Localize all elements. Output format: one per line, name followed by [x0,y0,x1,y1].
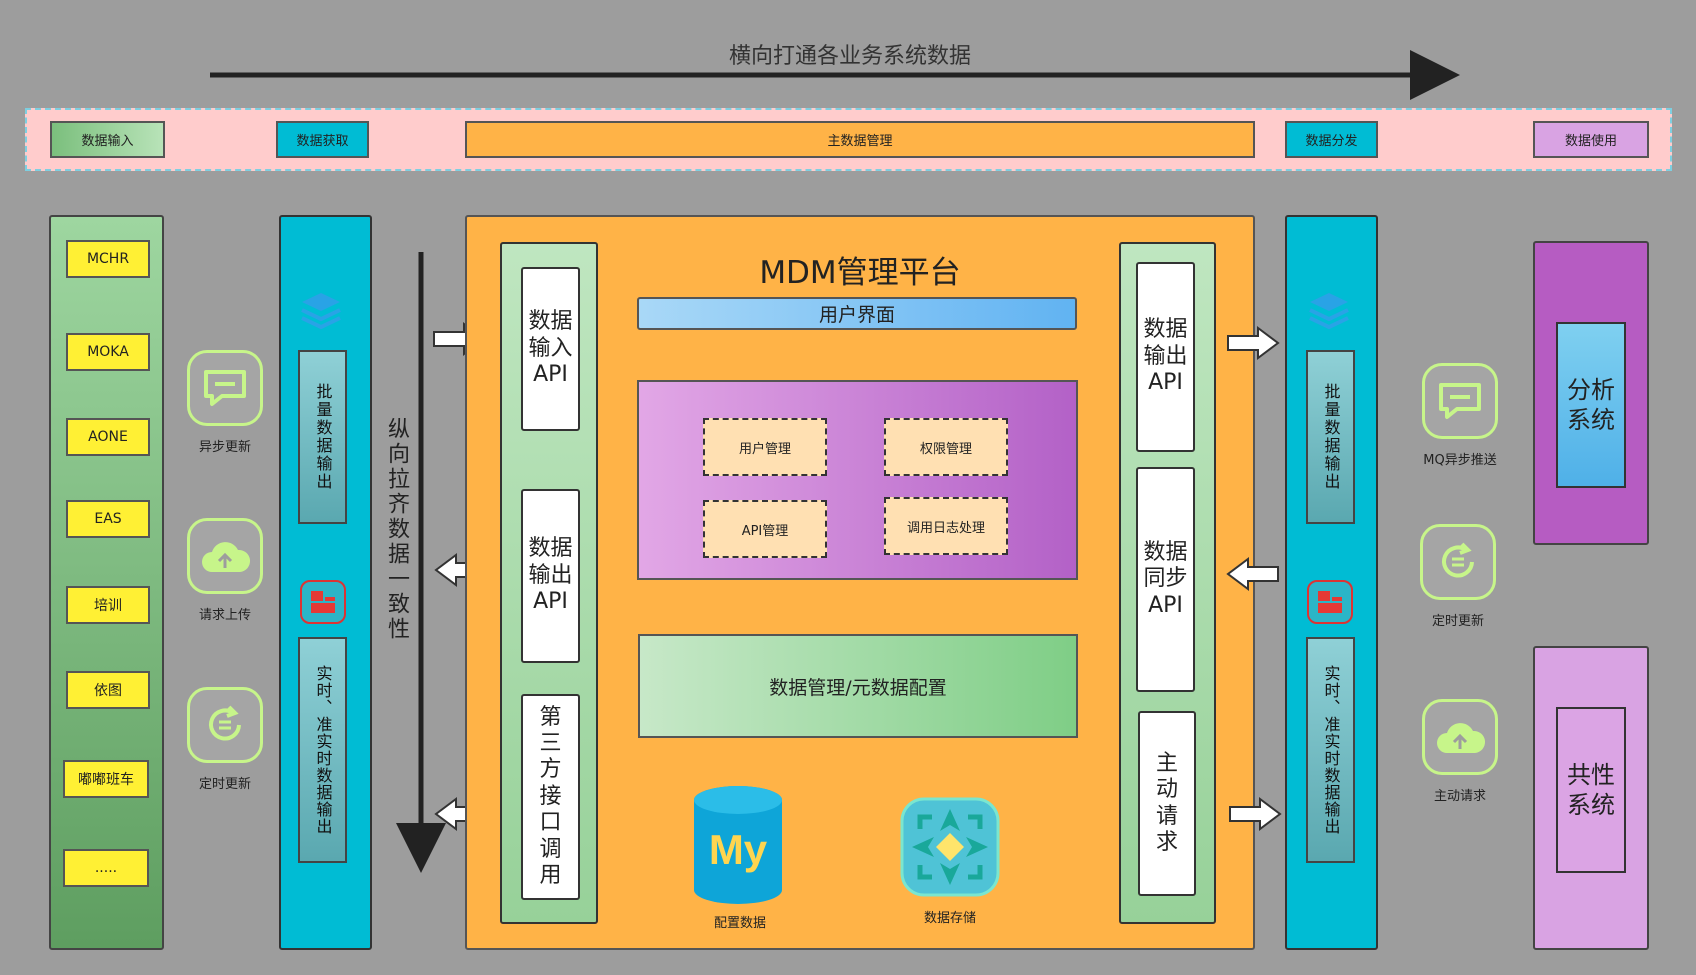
async-update-icon [187,350,263,426]
source-aone: AONE [66,418,150,456]
request-upload-label: 请求上传 [198,608,251,623]
realtime-output-text: 实时、准实时数据输出 [313,665,333,835]
data-storage-icon [900,797,1000,897]
active-request-cloud-icon [1422,699,1498,775]
data-sync-api-label: 数据同步API [1143,539,1188,618]
mysql-logo-text: My [709,826,768,873]
arrow-right-icon [1227,326,1280,360]
stage-acquire: 数据获取 [276,121,369,158]
user-interface-box: 用户界面 [637,297,1077,330]
realtime-output-box: 实时、准实时数据输出 [298,637,347,863]
batch-output-text: 批量数据输出 [313,383,333,491]
source-training: 培训 [66,586,150,624]
scheduled-update-icon [187,687,263,763]
permission-management: 权限管理 [884,418,1008,476]
config-data-label: 配置数据 [713,916,766,931]
mq-push-label: MQ异步推送 [1423,453,1497,468]
source-mchr: MCHR [66,240,150,278]
mdm-title: MDM管理平台 [759,254,961,291]
layers-icon [1304,287,1354,332]
source-eas: EAS [66,500,150,538]
batch-output-box: 批量数据输出 [298,350,347,524]
active-request-api: 主动请求 [1138,711,1196,896]
common-system-label: 共性系统 [1567,761,1615,819]
stage-usage: 数据使用 [1533,121,1649,158]
upload-cloud-icon [187,518,263,594]
mq-push-icon [1422,363,1498,439]
arrow-left-icon [1226,557,1279,591]
common-system: 共性系统 [1556,707,1626,873]
scheduled-update-icon [1420,524,1496,600]
source-moka: MOKA [66,333,150,371]
right-realtime-output-text: 实时、准实时数据输出 [1321,665,1341,835]
active-request-api-label: 主动请求 [1155,750,1178,855]
data-input-api: 数据输入API [521,267,580,431]
right-realtime-output-box: 实时、准实时数据输出 [1306,637,1355,863]
consistency-text: 纵向拉齐数据一致性 [384,417,409,642]
database-red-icon [1307,580,1353,624]
third-party-api: 第三方接口调用 [521,694,580,900]
right-batch-output-text: 批量数据输出 [1321,383,1341,491]
data-output-api-label: 数据输出API [528,536,573,615]
arrow-right-icon [1229,797,1282,831]
layers-icon [296,287,346,332]
stage-master: 主数据管理 [465,121,1255,158]
data-input-api-label: 数据输入API [528,309,573,388]
right-scheduled-update-label: 定时更新 [1431,614,1484,629]
analysis-system-label: 分析系统 [1567,376,1615,434]
analysis-system: 分析系统 [1556,322,1626,488]
stage-distribute: 数据分发 [1285,121,1378,158]
right-data-output-api: 数据输出API [1136,262,1195,452]
database-red-icon [300,580,346,624]
source-dudu-bus: 嘟嘟班车 [63,760,149,798]
top-title: 横向打通各业务系统数据 [728,44,971,69]
source-column [49,215,164,950]
mysql-database-icon: My [694,786,782,904]
call-log-processing: 调用日志处理 [884,497,1008,555]
source-yitu: 依图 [66,671,150,709]
third-party-api-label: 第三方接口调用 [539,704,562,888]
source-more: ..... [63,849,149,887]
scheduled-update-label: 定时更新 [198,777,251,792]
data-sync-api: 数据同步API [1136,467,1195,692]
async-update-label: 异步更新 [198,440,251,455]
right-data-output-api-label: 数据输出API [1143,317,1188,396]
api-management: API管理 [703,500,827,558]
data-output-api: 数据输出API [521,489,580,663]
user-management: 用户管理 [703,418,827,476]
active-request-label: 主动请求 [1433,789,1486,804]
data-management-box: 数据管理/元数据配置 [638,634,1078,738]
data-storage-label: 数据存储 [923,911,976,926]
stage-input: 数据输入 [50,121,165,158]
right-batch-output-box: 批量数据输出 [1306,350,1355,524]
